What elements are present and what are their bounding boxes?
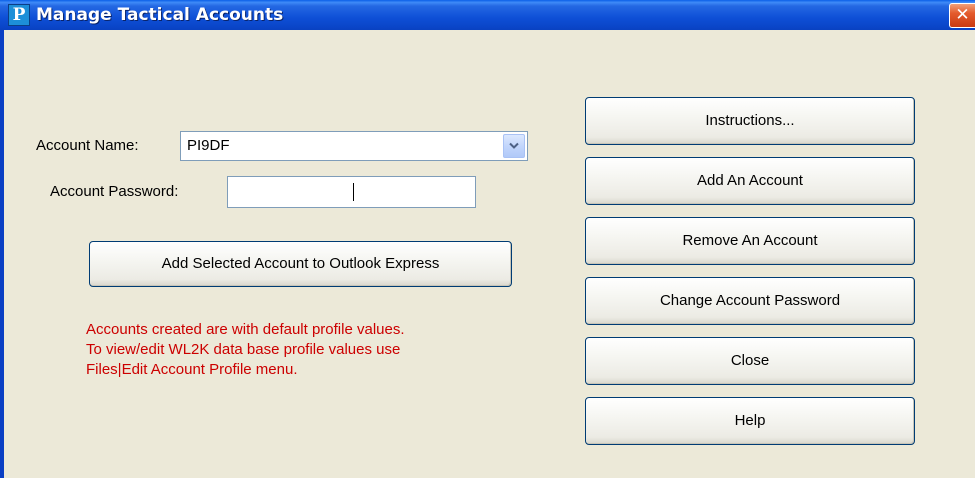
close-window-button[interactable]: ✕ bbox=[949, 3, 975, 28]
account-name-label: Account Name: bbox=[36, 137, 139, 154]
window-title: Manage Tactical Accounts bbox=[36, 5, 284, 25]
app-icon: P bbox=[8, 4, 30, 26]
account-password-label: Account Password: bbox=[50, 183, 179, 200]
account-password-field[interactable] bbox=[227, 176, 476, 208]
instructions-button[interactable]: Instructions... bbox=[585, 97, 915, 145]
title-bar[interactable]: P Manage Tactical Accounts ✕ bbox=[0, 0, 975, 30]
add-to-outlook-express-button[interactable]: Add Selected Account to Outlook Express bbox=[89, 241, 512, 287]
close-button[interactable]: Close bbox=[585, 337, 915, 385]
help-button[interactable]: Help bbox=[585, 397, 915, 445]
account-name-dropdown[interactable]: PI9DF bbox=[180, 131, 528, 161]
remove-account-button[interactable]: Remove An Account bbox=[585, 217, 915, 265]
note-line-2: To view/edit WL2K data base profile valu… bbox=[86, 341, 401, 358]
text-caret bbox=[353, 183, 354, 201]
add-account-button[interactable]: Add An Account bbox=[585, 157, 915, 205]
chevron-down-icon bbox=[509, 142, 519, 149]
account-name-value: PI9DF bbox=[187, 137, 230, 154]
note-line-3: Files|Edit Account Profile menu. bbox=[86, 361, 298, 378]
note-line-1: Accounts created are with default profil… bbox=[86, 321, 405, 338]
profile-note: Accounts created are with default profil… bbox=[86, 320, 526, 380]
dropdown-arrow-button[interactable] bbox=[503, 134, 525, 158]
close-icon: ✕ bbox=[955, 5, 970, 25]
change-password-button[interactable]: Change Account Password bbox=[585, 277, 915, 325]
manage-tactical-accounts-dialog: P Manage Tactical Accounts ✕ Account Nam… bbox=[0, 0, 975, 478]
window-border bbox=[0, 30, 4, 478]
